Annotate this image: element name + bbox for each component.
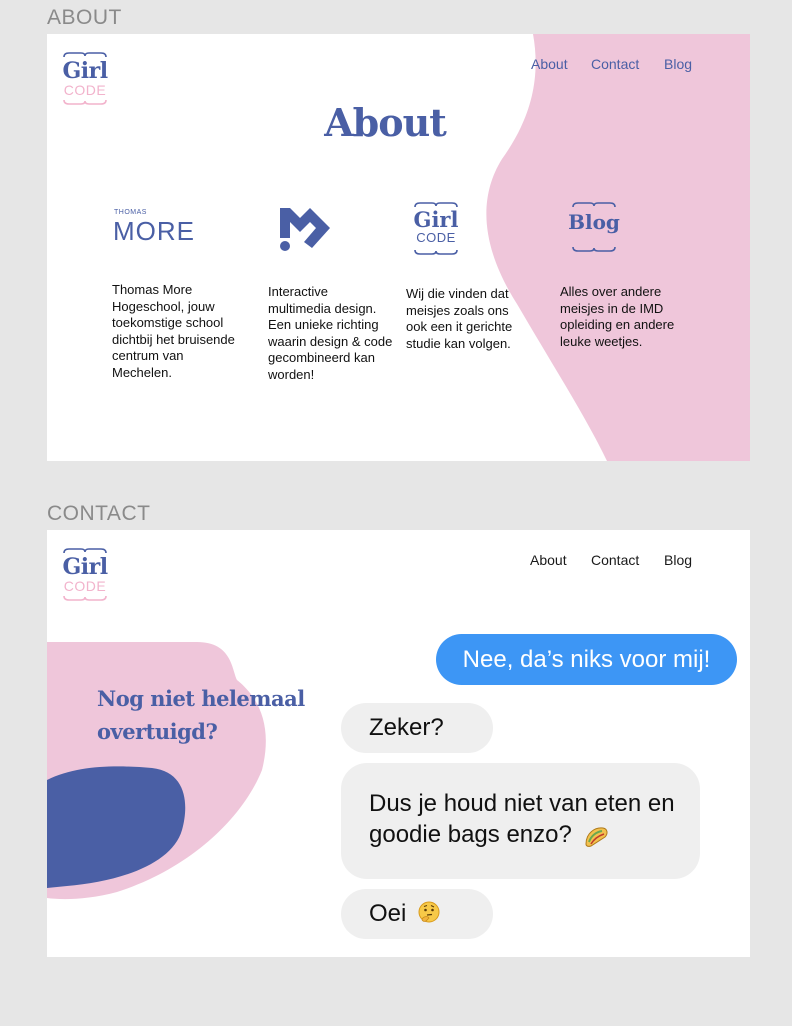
gc-logo-code-text: CODE bbox=[416, 230, 456, 245]
blog-logo: Blog bbox=[568, 202, 620, 258]
logo-girl-text: Girl bbox=[62, 554, 108, 580]
message-text: Dus je houd niet van eten en goodie bags… bbox=[369, 790, 675, 848]
about-page-frame: Girl CODE About Contact Blog About THOMA… bbox=[47, 34, 750, 461]
about-text-thomas-more: Thomas More Hogeschool, jouw toekomstige… bbox=[112, 282, 235, 380]
taco-icon bbox=[585, 827, 608, 847]
about-text-imd: Interactive multimedia design. Een uniek… bbox=[268, 284, 393, 382]
thomas-more-logo-small: THOMAS bbox=[114, 209, 147, 216]
message-text: Nee, da’s niks voor mij! bbox=[462, 646, 711, 673]
message-bubble-incoming: Oei bbox=[341, 889, 493, 939]
nav-link-blog[interactable]: Blog bbox=[664, 56, 692, 72]
nav-link-about[interactable]: About bbox=[530, 552, 567, 568]
section-label-about: ABOUT bbox=[47, 6, 122, 29]
brace-bottom-icon bbox=[63, 595, 107, 601]
message-text: Oei bbox=[369, 900, 407, 927]
girl-code-logo[interactable]: Girl CODE bbox=[61, 548, 109, 604]
nav-link-about[interactable]: About bbox=[531, 56, 568, 72]
brace-top-icon bbox=[572, 202, 616, 208]
message-bubble-outgoing: Nee, da’s niks voor mij! bbox=[436, 634, 737, 685]
girl-code-column-logo: Girl CODE bbox=[413, 202, 459, 258]
nav-link-contact[interactable]: Contact bbox=[591, 552, 639, 568]
message-bubble-incoming: Dus je houd niet van eten en goodie bags… bbox=[341, 763, 700, 879]
contact-page-frame: Girl CODE About Contact Blog Nog niet he… bbox=[47, 530, 750, 957]
message-bubble-incoming: Zeker? bbox=[341, 703, 493, 753]
contact-heading: Nog niet helemaal overtuigd? bbox=[97, 686, 305, 744]
about-text-blog: Alles over andere meisjes in de IMD ople… bbox=[560, 284, 675, 349]
pink-blob-background bbox=[486, 34, 750, 461]
nav-link-blog[interactable]: Blog bbox=[664, 552, 692, 568]
thinking-face-icon bbox=[418, 901, 440, 923]
brace-bottom-icon bbox=[414, 249, 458, 255]
blog-logo-text: Blog bbox=[568, 210, 620, 234]
page-title: About bbox=[324, 100, 447, 145]
nav-link-contact[interactable]: Contact bbox=[591, 56, 639, 72]
gc-logo-girl-text: Girl bbox=[413, 207, 459, 232]
message-text: Zeker? bbox=[369, 714, 444, 741]
about-text-girl-code: Wij die vinden dat meisjes zoals ons ook… bbox=[406, 286, 513, 351]
logo-code-text: CODE bbox=[63, 82, 107, 98]
brace-bottom-icon bbox=[572, 246, 616, 252]
thomas-more-logo-big: MORE bbox=[113, 216, 195, 246]
section-label-contact: CONTACT bbox=[47, 502, 151, 525]
imd-m-logo-icon bbox=[280, 208, 330, 251]
logo-girl-text: Girl bbox=[62, 58, 108, 84]
thomas-more-logo: THOMAS MORE bbox=[113, 206, 197, 246]
logo-code-text: CODE bbox=[63, 578, 107, 594]
